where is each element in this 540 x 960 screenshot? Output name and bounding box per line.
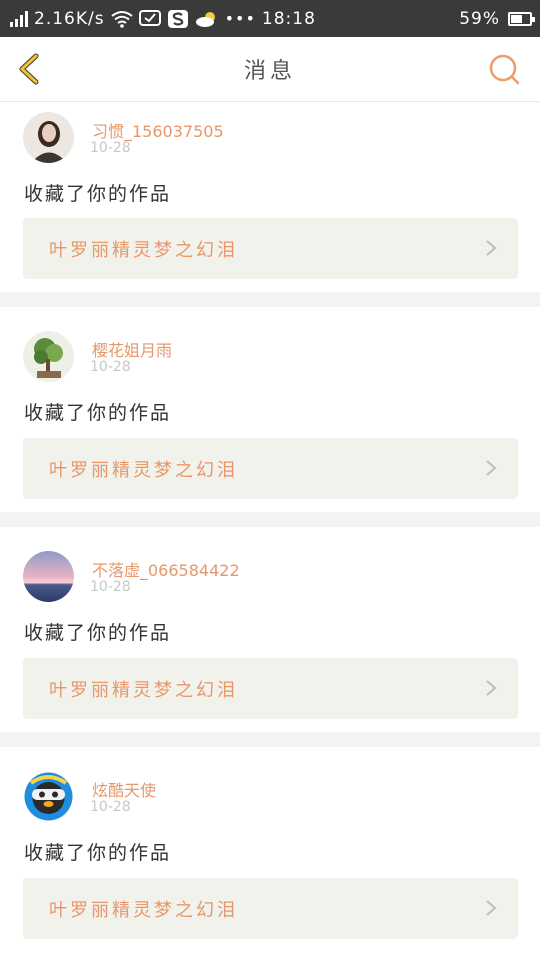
work-card[interactable]: 叶罗丽精灵梦之幻泪 [23, 218, 518, 279]
message-date: 10-28 [90, 359, 131, 375]
back-button[interactable] [12, 51, 48, 87]
divider [0, 512, 540, 527]
network-speed: 2.16K/s [34, 8, 105, 29]
action-text: 收藏了你的作品 [24, 842, 172, 864]
battery-icon [508, 11, 535, 26]
work-title: 叶罗丽精灵梦之幻泪 [49, 240, 238, 261]
divider [0, 292, 540, 307]
clock: 18:18 [261, 8, 316, 29]
work-card[interactable]: 叶罗丽精灵梦之幻泪 [23, 658, 518, 719]
search-icon [489, 54, 520, 85]
search-button[interactable] [488, 53, 520, 85]
header-bar: 消息 [0, 37, 540, 102]
message-date: 10-28 [90, 579, 131, 595]
message-item: 不落虚_066584422 10-28 收藏了你的作品 叶罗丽精灵梦之幻泪 [0, 527, 540, 732]
message-item: 习惯_156037505 10-28 收藏了你的作品 叶罗丽精灵梦之幻泪 [0, 102, 540, 292]
chevron-right-icon [486, 240, 497, 256]
work-title: 叶罗丽精灵梦之幻泪 [49, 900, 238, 921]
message-item: 樱花姐月雨 10-28 收藏了你的作品 叶罗丽精灵梦之幻泪 [0, 307, 540, 512]
wifi-icon [110, 10, 133, 28]
user-name[interactable]: 不落虚_066584422 [92, 557, 240, 581]
more-notifications-icon: ••• [224, 9, 256, 28]
action-text: 收藏了你的作品 [24, 402, 172, 424]
action-text: 收藏了你的作品 [24, 622, 172, 644]
avatar[interactable] [23, 112, 74, 163]
action-text: 收藏了你的作品 [24, 183, 172, 205]
work-title: 叶罗丽精灵梦之幻泪 [49, 680, 238, 701]
back-arrow-icon [19, 53, 39, 85]
user-name[interactable]: 炫酷天使 [92, 777, 156, 801]
weather-icon [195, 10, 219, 28]
avatar[interactable] [23, 771, 74, 822]
divider [0, 732, 540, 747]
message-list: 习惯_156037505 10-28 收藏了你的作品 叶罗丽精灵梦之幻泪 樱花姐… [0, 102, 540, 952]
chat-app-icon [138, 9, 161, 29]
work-card[interactable]: 叶罗丽精灵梦之幻泪 [23, 438, 518, 499]
signal-icon [10, 10, 28, 27]
status-bar: 2.16K/s ••• 18:18 59% [0, 0, 540, 37]
message-date: 10-28 [90, 140, 131, 156]
user-name[interactable]: 樱花姐月雨 [92, 337, 172, 361]
chevron-right-icon [486, 460, 497, 476]
work-title: 叶罗丽精灵梦之幻泪 [49, 460, 238, 481]
message-item: 炫酷天使 10-28 收藏了你的作品 叶罗丽精灵梦之幻泪 [0, 747, 540, 952]
avatar[interactable] [23, 331, 74, 382]
s-app-icon [167, 9, 189, 29]
page-title: 消息 [243, 59, 296, 84]
message-date: 10-28 [90, 799, 131, 815]
chevron-right-icon [486, 900, 497, 916]
chevron-right-icon [486, 680, 497, 696]
user-name[interactable]: 习惯_156037505 [92, 118, 224, 142]
work-card[interactable]: 叶罗丽精灵梦之幻泪 [23, 878, 518, 939]
avatar[interactable] [23, 551, 74, 602]
battery-percent: 59% [459, 8, 500, 29]
